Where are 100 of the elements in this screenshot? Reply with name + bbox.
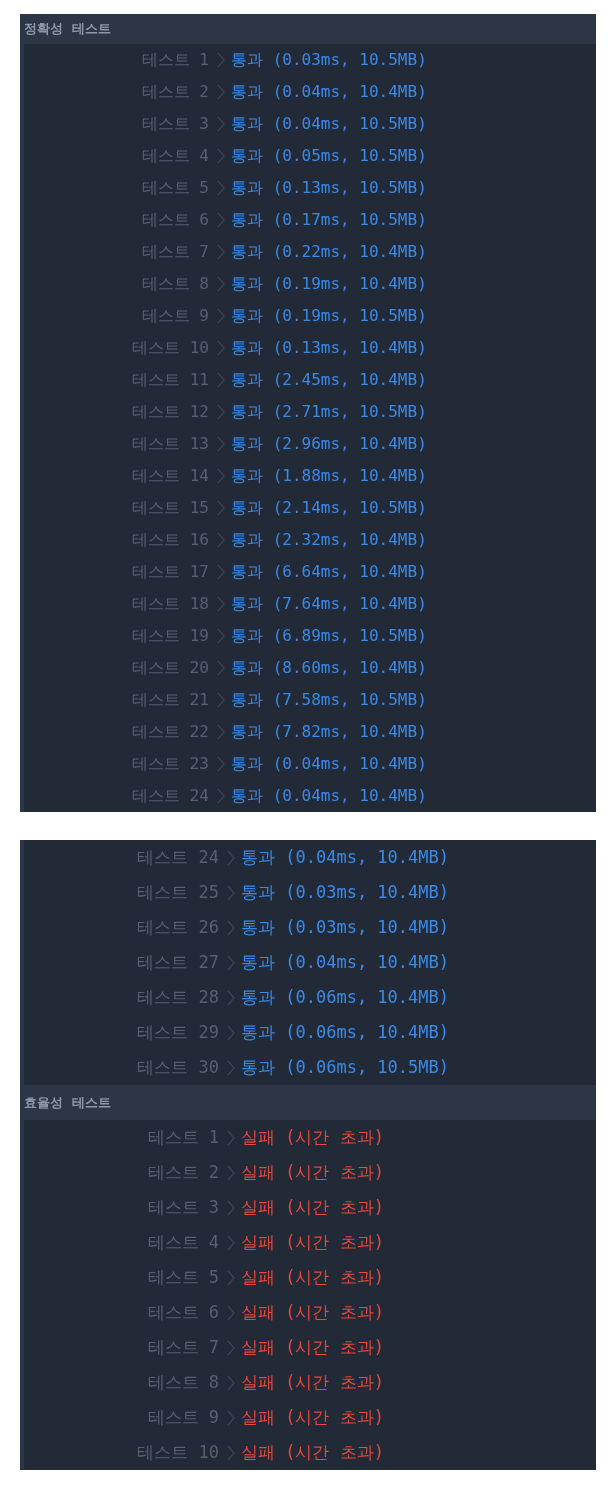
chevron-icon [217, 596, 225, 612]
test-label: 테스트 11 [131, 369, 209, 391]
section-heading: 정확성 테스트 [24, 20, 112, 38]
chevron-icon [217, 532, 225, 548]
chevron-icon [217, 756, 225, 772]
chevron-icon [217, 308, 225, 324]
chevron-icon [217, 84, 225, 100]
test-result: 통과 (0.04ms, 10.4MB) [241, 951, 449, 974]
test-label: 테스트 8 [140, 273, 209, 295]
test-label: 테스트 4 [140, 145, 209, 167]
test-result: 통과 (0.17ms, 10.5MB) [231, 209, 427, 231]
test-result: 실패 (시간 초과) [241, 1196, 384, 1219]
test-label: 테스트 17 [131, 561, 209, 583]
test-label: 테스트 16 [131, 529, 209, 551]
test-result: 통과 (6.89ms, 10.5MB) [231, 625, 427, 647]
test-label: 테스트 2 [140, 81, 209, 103]
chevron-icon [217, 500, 225, 516]
test-result: 통과 (2.45ms, 10.4MB) [231, 369, 427, 391]
chevron-icon [217, 372, 225, 388]
test-label: 테스트 3 [140, 113, 209, 135]
chevron-icon [227, 884, 235, 901]
test-label: 테스트 23 [131, 753, 209, 775]
test-result: 통과 (8.60ms, 10.4MB) [231, 657, 427, 679]
chevron-icon [227, 1269, 235, 1286]
test-label: 테스트 13 [131, 433, 209, 455]
test-result: 실패 (시간 초과) [241, 1371, 384, 1394]
chevron-icon [227, 1444, 235, 1461]
test-label: 테스트 30 [136, 1056, 219, 1079]
test-label: 테스트 10 [136, 1441, 219, 1464]
test-label: 테스트 8 [146, 1371, 219, 1394]
chevron-icon [227, 989, 235, 1006]
chevron-icon [217, 724, 225, 740]
test-result: 통과 (0.03ms, 10.5MB) [231, 49, 427, 71]
test-label: 테스트 1 [146, 1126, 219, 1149]
test-label: 테스트 7 [146, 1336, 219, 1359]
test-label: 테스트 24 [131, 785, 209, 807]
test-result: 통과 (6.64ms, 10.4MB) [231, 561, 427, 583]
test-result: 실패 (시간 초과) [241, 1406, 384, 1429]
test-result: 실패 (시간 초과) [241, 1266, 384, 1289]
test-result: 통과 (0.22ms, 10.4MB) [231, 241, 427, 263]
test-result: 통과 (0.06ms, 10.4MB) [241, 1021, 449, 1044]
chevron-icon [227, 954, 235, 971]
chevron-icon [217, 180, 225, 196]
test-label: 테스트 18 [131, 593, 209, 615]
test-label: 테스트 14 [131, 465, 209, 487]
test-label: 테스트 1 [140, 49, 209, 71]
test-label: 테스트 3 [146, 1196, 219, 1219]
test-label: 테스트 6 [146, 1301, 219, 1324]
test-result: 실패 (시간 초과) [241, 1301, 384, 1324]
chevron-icon [227, 1339, 235, 1356]
chevron-icon [227, 1304, 235, 1321]
chevron-icon [217, 276, 225, 292]
chevron-icon [227, 849, 235, 866]
test-result: 통과 (0.04ms, 10.4MB) [231, 753, 427, 775]
chevron-icon [227, 1164, 235, 1181]
test-result: 통과 (0.04ms, 10.4MB) [231, 785, 427, 807]
test-label: 테스트 22 [131, 721, 209, 743]
chevron-icon [227, 1059, 235, 1076]
test-label: 테스트 2 [146, 1161, 219, 1184]
chevron-icon [227, 1234, 235, 1251]
chevron-icon [217, 116, 225, 132]
chevron-icon [217, 148, 225, 164]
test-result: 통과 (0.04ms, 10.4MB) [231, 81, 427, 103]
chevron-icon [217, 788, 225, 804]
test-result: 실패 (시간 초과) [241, 1161, 384, 1184]
chevron-icon [227, 1199, 235, 1216]
test-result: 통과 (2.32ms, 10.4MB) [231, 529, 427, 551]
test-label: 테스트 27 [136, 951, 219, 974]
test-result: 실패 (시간 초과) [241, 1336, 384, 1359]
test-label: 테스트 10 [131, 337, 209, 359]
test-label: 테스트 26 [136, 916, 219, 939]
chevron-icon [227, 1129, 235, 1146]
test-result: 통과 (0.13ms, 10.4MB) [231, 337, 427, 359]
test-label: 테스트 5 [146, 1266, 219, 1289]
chevron-icon [227, 1374, 235, 1391]
test-result: 통과 (2.14ms, 10.5MB) [231, 497, 427, 519]
test-label: 테스트 19 [131, 625, 209, 647]
test-result: 통과 (7.82ms, 10.4MB) [231, 721, 427, 743]
test-label: 테스트 12 [131, 401, 209, 423]
test-label: 테스트 28 [136, 986, 219, 1009]
chevron-icon [217, 468, 225, 484]
chevron-icon [217, 212, 225, 228]
test-result: 통과 (0.19ms, 10.4MB) [231, 273, 427, 295]
test-label: 테스트 7 [140, 241, 209, 263]
test-result: 통과 (0.06ms, 10.4MB) [241, 986, 449, 1009]
chevron-icon [227, 919, 235, 936]
chevron-icon [217, 340, 225, 356]
chevron-icon [217, 564, 225, 580]
test-result: 통과 (0.04ms, 10.4MB) [241, 846, 449, 869]
chevron-icon [217, 660, 225, 676]
chevron-icon [217, 404, 225, 420]
chevron-icon [217, 52, 225, 68]
test-result: 통과 (7.64ms, 10.4MB) [231, 593, 427, 615]
chevron-icon [217, 692, 225, 708]
test-result: 통과 (0.05ms, 10.5MB) [231, 145, 427, 167]
test-result: 통과 (2.71ms, 10.5MB) [231, 401, 427, 423]
test-label: 테스트 15 [131, 497, 209, 519]
test-result: 통과 (0.19ms, 10.5MB) [231, 305, 427, 327]
test-label: 테스트 24 [136, 846, 219, 869]
test-result: 통과 (2.96ms, 10.4MB) [231, 433, 427, 455]
